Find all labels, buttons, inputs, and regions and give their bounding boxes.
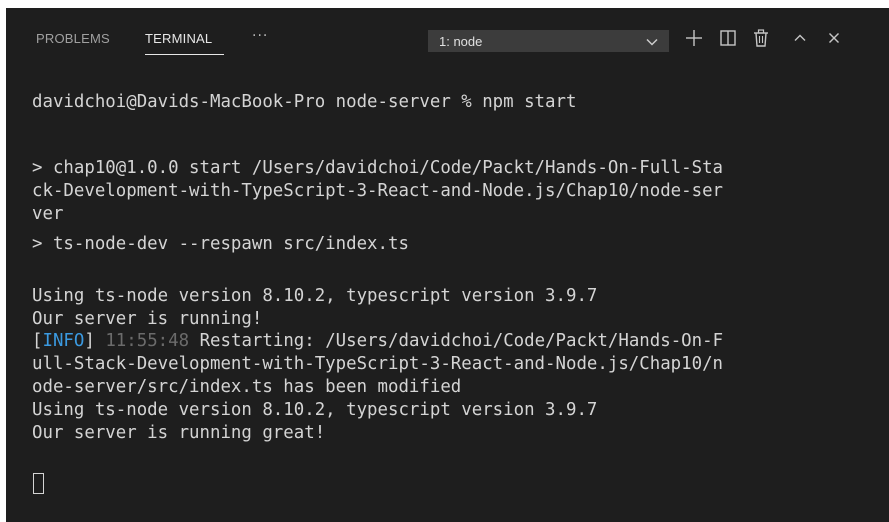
terminal-line: ck-Development-with-TypeScript-3-React-a…: [32, 181, 724, 201]
terminal-output[interactable]: davidchoi@Davids-MacBook-Pro node-server…: [6, 87, 889, 522]
terminal-panel: PROBLEMS TERMINAL ··· 1: node davidchoi@…: [6, 8, 889, 522]
close-icon[interactable]: [824, 28, 844, 48]
terminal-cursor: [33, 473, 44, 494]
trash-icon[interactable]: [751, 28, 771, 48]
info-message: Restarting: /Users/davidchoi/Code/Packt/…: [189, 331, 724, 351]
terminal-line: Our server is running great!: [32, 423, 326, 443]
info-bracket-open: [: [32, 331, 43, 351]
terminal-line: ull-Stack-Development-with-TypeScript-3-…: [32, 354, 724, 374]
split-icon[interactable]: [718, 28, 738, 48]
terminal-line: Using ts-node version 8.10.2, typescript…: [32, 286, 598, 306]
terminal-line: ver: [32, 204, 64, 224]
plus-icon[interactable]: [684, 28, 704, 48]
terminal-line: davidchoi@Davids-MacBook-Pro node-server…: [32, 92, 577, 112]
tab-terminal[interactable]: TERMINAL: [145, 30, 212, 48]
chevron-up-icon[interactable]: [790, 28, 810, 48]
terminal-selector[interactable]: 1: node: [428, 30, 669, 52]
panel-tab-bar: PROBLEMS TERMINAL ··· 1: node: [6, 8, 889, 68]
more-actions-button[interactable]: ···: [252, 28, 268, 44]
info-bracket-close: ]: [84, 331, 106, 351]
info-tag: INFO: [42, 331, 85, 351]
chevron-down-icon: [646, 38, 658, 46]
terminal-line: ode-server/src/index.ts has been modifie…: [32, 377, 462, 397]
info-timestamp: 11:55:48: [105, 331, 190, 351]
terminal-line: > chap10@1.0.0 start /Users/davidchoi/Co…: [32, 158, 724, 178]
terminal-selector-value: 1: node: [439, 34, 483, 49]
terminal-line: Our server is running!: [32, 309, 263, 329]
terminal-line: Using ts-node version 8.10.2, typescript…: [32, 400, 598, 420]
terminal-line: > ts-node-dev --respawn src/index.ts: [32, 234, 409, 254]
active-tab-indicator: [145, 54, 224, 55]
terminal-info-line: [INFO] 11:55:48 Restarting: /Users/david…: [32, 330, 723, 353]
tab-problems[interactable]: PROBLEMS: [36, 30, 110, 48]
